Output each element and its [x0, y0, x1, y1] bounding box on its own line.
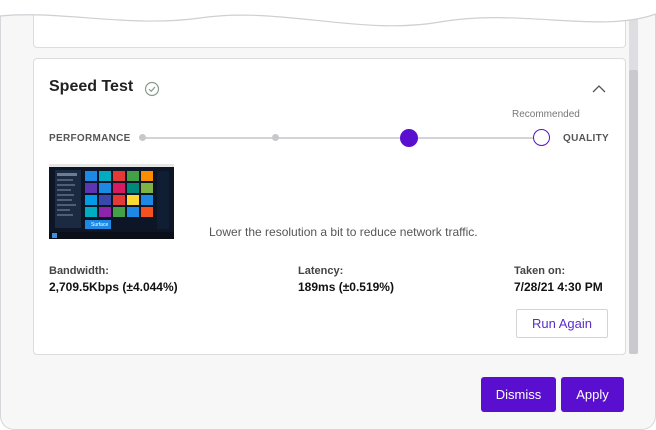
slider-stop-recommended[interactable]: [533, 129, 550, 146]
card-title: Speed Test: [49, 78, 134, 95]
chevron-up-icon[interactable]: [591, 81, 607, 97]
desktop-preview-image: [49, 164, 174, 239]
apply-button[interactable]: Apply: [561, 377, 624, 412]
torn-edge: [0, 0, 656, 27]
scrollbar-track[interactable]: [629, 10, 638, 354]
preview-caption: Surface: [91, 222, 109, 228]
slider-track[interactable]: [142, 137, 547, 139]
taken-on-value: 7/28/21 4:30 PM: [514, 280, 603, 294]
speed-test-card: Speed Test Recommended PERFORMANCE QUALI…: [33, 58, 626, 355]
hint-text: Lower the resolution a bit to reduce net…: [209, 225, 478, 239]
recommended-label: Recommended: [512, 109, 580, 120]
stream-preview-thumbnail: Surface: [49, 164, 174, 239]
scrollbar-thumb[interactable]: [629, 70, 638, 354]
bandwidth-value: 2,709.5Kbps (±4.044%): [49, 280, 178, 294]
check-circle-icon: [144, 81, 160, 97]
taken-on-label: Taken on:: [514, 265, 566, 277]
slider-knob[interactable]: [399, 129, 418, 147]
run-again-button[interactable]: Run Again: [516, 309, 608, 338]
settings-dialog: Speed Test Recommended PERFORMANCE QUALI…: [0, 0, 656, 430]
slider-stop[interactable]: [271, 134, 279, 141]
latency-label: Latency:: [298, 265, 344, 277]
latency-value: 189ms (±0.519%): [298, 280, 394, 294]
dismiss-button[interactable]: Dismiss: [481, 377, 556, 412]
slider-right-label: QUALITY: [563, 133, 609, 144]
slider-stop[interactable]: [138, 134, 146, 141]
quality-slider[interactable]: [138, 127, 552, 149]
bandwidth-label: Bandwidth:: [49, 265, 109, 277]
slider-left-label: PERFORMANCE: [49, 133, 131, 144]
